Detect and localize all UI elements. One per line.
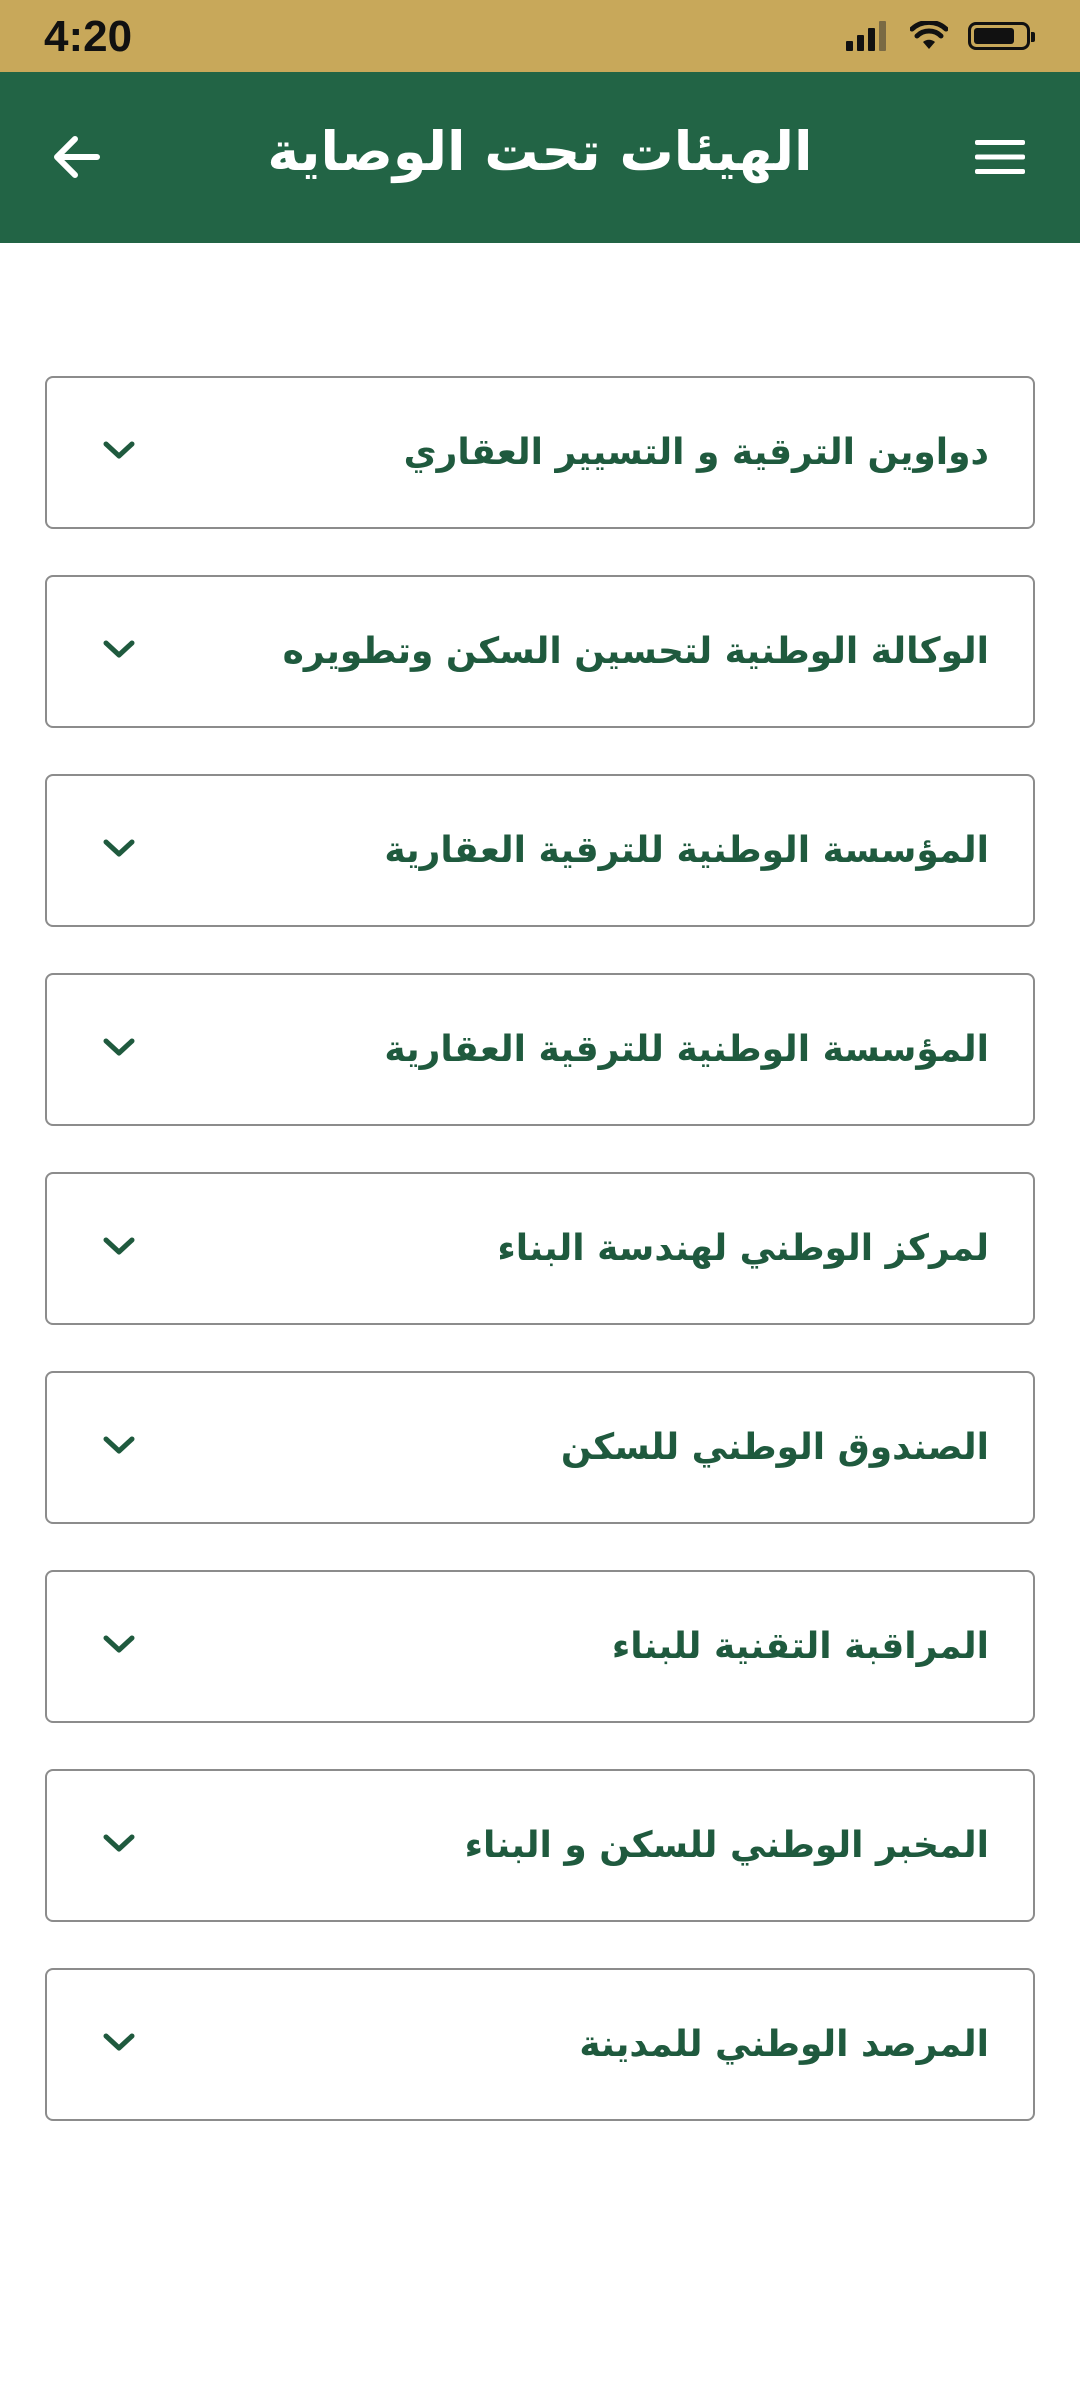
accordion-item-label: دواوين الترقية و التسيير العقاري — [403, 432, 989, 473]
accordion-item-label: المؤسسة الوطنية للترقية العقارية — [384, 830, 989, 871]
accordion-item-label: الوكالة الوطنية لتحسين السكن وتطويره — [282, 631, 989, 672]
chevron-down-icon — [103, 1834, 135, 1852]
battery-icon — [968, 22, 1035, 50]
accordion-item[interactable]: دواوين الترقية و التسيير العقاري — [45, 376, 1035, 529]
accordion-item[interactable]: المخبر الوطني للسكن و البناء — [45, 1769, 1035, 1922]
menu-button[interactable] — [965, 127, 1035, 187]
wifi-icon — [910, 21, 948, 49]
status-time: 4:20 — [44, 12, 133, 61]
chevron-down-icon — [103, 1038, 135, 1056]
organizations-list: دواوين الترقية و التسيير العقاري الوكالة… — [45, 376, 1035, 2167]
accordion-item[interactable]: الوكالة الوطنية لتحسين السكن وتطويره — [45, 575, 1035, 728]
chevron-down-icon — [103, 1436, 135, 1454]
chevron-down-icon — [103, 1237, 135, 1255]
status-icons — [846, 16, 1035, 56]
accordion-item[interactable]: المرصد الوطني للمدينة — [45, 1968, 1035, 2121]
app-header: الهيئات تحت الوصاية — [0, 72, 1080, 243]
cellular-signal-icon — [846, 21, 890, 51]
accordion-item-label: الصندوق الوطني للسكن — [560, 1427, 989, 1468]
accordion-item-label: المرصد الوطني للمدينة — [579, 2024, 989, 2065]
accordion-item-label: المراقبة التقنية للبناء — [611, 1626, 989, 1667]
accordion-item-label: المؤسسة الوطنية للترقية العقارية — [384, 1029, 989, 1070]
accordion-item[interactable]: الصندوق الوطني للسكن — [45, 1371, 1035, 1524]
page-title: الهيئات تحت الوصاية — [267, 120, 813, 183]
accordion-item[interactable]: المؤسسة الوطنية للترقية العقارية — [45, 973, 1035, 1126]
accordion-item-label: لمركز الوطني لهندسة البناء — [497, 1228, 989, 1269]
accordion-item[interactable]: المراقبة التقنية للبناء — [45, 1570, 1035, 1723]
chevron-down-icon — [103, 839, 135, 857]
chevron-down-icon — [103, 441, 135, 459]
accordion-item-label: المخبر الوطني للسكن و البناء — [464, 1825, 989, 1866]
hamburger-menu-icon — [975, 140, 1025, 174]
chevron-down-icon — [103, 2033, 135, 2051]
chevron-down-icon — [103, 640, 135, 658]
status-bar: 4:20 — [0, 0, 1080, 72]
accordion-item[interactable]: لمركز الوطني لهندسة البناء — [45, 1172, 1035, 1325]
accordion-item[interactable]: المؤسسة الوطنية للترقية العقارية — [45, 774, 1035, 927]
chevron-down-icon — [103, 1635, 135, 1653]
